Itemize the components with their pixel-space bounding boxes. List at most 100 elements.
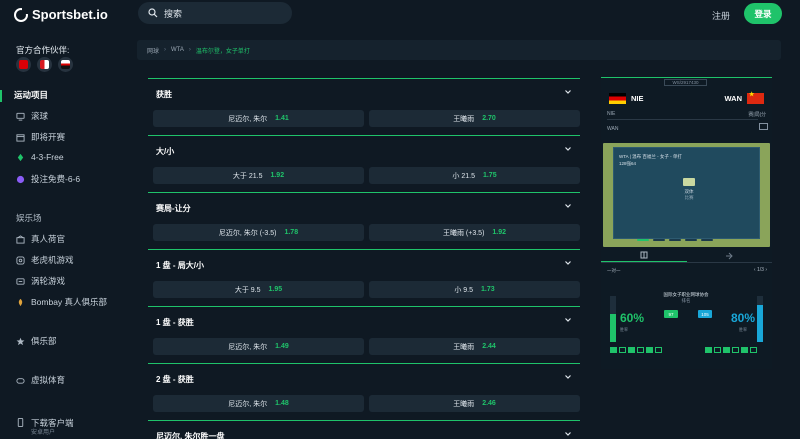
odds-price: 1.73 (481, 286, 495, 293)
sao-paulo-badge-icon[interactable] (58, 57, 73, 72)
stats-icon (640, 251, 648, 259)
tab-stats[interactable] (601, 249, 687, 262)
court-page-dot[interactable] (669, 239, 681, 241)
login-button[interactable]: 登录 (744, 3, 782, 24)
chevron-down-icon[interactable] (564, 202, 572, 210)
star-icon (16, 337, 25, 345)
odds-label: 大于 21.5 (232, 172, 263, 180)
sidebar-item-upcoming[interactable]: 即将开赛 (16, 131, 65, 143)
sidebar-item-live[interactable]: 滚球 (16, 110, 48, 122)
odds-button[interactable]: 小 9.5 1.73 (369, 281, 580, 298)
turbo-icon (16, 277, 25, 285)
tab-timeline[interactable] (687, 249, 773, 262)
breadcrumb-item[interactable]: 网球 (147, 46, 159, 55)
odds-button[interactable]: 尼迈尔, 朱尔 (-3.5) 1.78 (153, 224, 364, 241)
chevron-down-icon[interactable] (564, 259, 572, 267)
odds-button[interactable]: 大于 21.5 1.92 (153, 167, 364, 184)
sidebar-item-club[interactable]: 俱乐部 (16, 335, 57, 347)
sidebar-item-promo-2[interactable]: 投注免费-6-6 (16, 173, 80, 185)
stats-page-indicator[interactable]: ‹ 1/3 › (754, 267, 767, 273)
monitor-icon (16, 112, 25, 121)
market-title[interactable]: 2 盘 - 获胜 (156, 374, 194, 385)
top-bar: Sportsbet.io 搜索 注册 登录 (0, 0, 800, 30)
odds-button[interactable]: 王曦雨 2.70 (369, 110, 580, 127)
sidebar-item-bombay[interactable]: Bombay 真人俱乐部 (16, 296, 107, 308)
court-page-dot[interactable] (637, 239, 649, 241)
chevron-down-icon[interactable] (564, 145, 572, 153)
court-page-dot[interactable] (701, 239, 713, 241)
partners-title: 官方合作伙伴: (16, 45, 70, 55)
sidebar-sports-title[interactable]: 运动项目 (14, 89, 48, 101)
brand-logo[interactable]: Sportsbet.io (14, 7, 108, 22)
court-pagination[interactable] (637, 239, 713, 241)
match-id-tag: WS/2917430 (664, 79, 707, 86)
odds-button[interactable]: 大于 9.5 1.95 (153, 281, 364, 298)
serve-indicator-icon (759, 123, 768, 130)
odds-button[interactable]: 王曦雨 2.44 (369, 338, 580, 355)
brand-name: Sportsbet.io (32, 7, 108, 22)
market-set2-winner: 2 盘 - 获胜 尼迈尔, 朱尔 1.48 王曦雨 2.46 (148, 363, 580, 420)
sidebar-item-virtual[interactable]: 虚拟体育 (16, 374, 65, 386)
search-input[interactable]: 搜索 (138, 2, 292, 24)
sidebar-item-label: 即将开赛 (31, 132, 66, 142)
breadcrumb-separator-icon: › (188, 47, 191, 53)
market-title[interactable]: 1 盘 - 获胜 (156, 317, 194, 328)
match-tracker-widget: WS/2917430 NIE WAN NIE 赛|局|分 WAN WTA | 温… (601, 77, 772, 369)
sidebar-item-label: 投注免费-6-6 (31, 174, 81, 184)
market-title[interactable]: 赛局-让分 (156, 203, 191, 214)
chevron-down-icon[interactable] (564, 316, 572, 324)
breadcrumb-separator-icon: › (164, 47, 167, 53)
sidebar-item-label: Bombay 真人俱乐部 (31, 297, 108, 307)
breadcrumb-item[interactable]: WTA (171, 47, 184, 53)
calendar-icon (16, 133, 25, 142)
arsenal-badge-icon[interactable] (16, 57, 31, 72)
partner-badges (16, 57, 73, 72)
market-set1-winner: 1 盘 - 获胜 尼迈尔, 朱尔 1.49 王曦雨 2.44 (148, 306, 580, 363)
market-match-winner: 获胜 尼迈尔, 朱尔 1.41 王曦雨 2.70 (148, 78, 580, 135)
odds-button[interactable]: 尼迈尔, 朱尔 1.41 (153, 110, 364, 127)
court-event-icon (683, 178, 695, 186)
sidebar-item-slots[interactable]: 老虎机游戏 (16, 254, 74, 266)
breadcrumb: 网球 › WTA › 温布尔登，女子单打 (137, 40, 781, 60)
court-page-dot[interactable] (653, 239, 665, 241)
download-label: 下载客户端 (31, 418, 74, 428)
sidebar-download[interactable]: 下载客户端 安卓用户 (16, 418, 74, 438)
sidebar-item-live-dealer[interactable]: 真人荷官 (16, 233, 65, 245)
odds-button[interactable]: 王曦雨 (+3.5) 1.92 (369, 224, 580, 241)
active-indicator (0, 90, 2, 102)
sidebar-item-turbo[interactable]: 涡轮游戏 (16, 275, 65, 287)
odds-button[interactable]: 尼迈尔, 朱尔 1.49 (153, 338, 364, 355)
market-title[interactable]: 获胜 (156, 89, 172, 100)
court-substatus: 比赛 (684, 195, 694, 200)
market-title[interactable]: 大/小 (156, 146, 174, 157)
germany-flag-icon (609, 92, 626, 104)
sidebar-item-label: 运动项目 (14, 90, 49, 100)
home-stat-fill (610, 314, 616, 342)
odds-price: 2.46 (482, 400, 496, 407)
home-win-pct: 60% (620, 311, 645, 325)
widget-tabs (601, 249, 772, 263)
market-handicap: 赛局-让分 尼迈尔, 朱尔 (-3.5) 1.78 王曦雨 (+3.5) 1.92 (148, 192, 580, 249)
odds-price: 2.70 (482, 115, 496, 122)
stats-pager: 一对一 ‹ 1/3 › (607, 267, 767, 277)
market-title[interactable]: 1 盘 - 局大/小 (156, 260, 204, 271)
sidebar-item-label: 老虎机游戏 (31, 255, 74, 265)
sidebar-item-promo-1[interactable]: 4-3-Free (16, 152, 64, 162)
register-link[interactable]: 注册 (712, 9, 730, 22)
chevron-down-icon[interactable] (564, 88, 572, 96)
search-icon (148, 8, 158, 18)
odds-button[interactable]: 尼迈尔, 朱尔 1.48 (153, 395, 364, 412)
southampton-badge-icon[interactable] (37, 57, 52, 72)
odds-price: 2.44 (482, 343, 496, 350)
gamepad-icon (16, 377, 25, 384)
odds-button[interactable]: 王曦雨 2.46 (369, 395, 580, 412)
chevron-down-icon[interactable] (564, 373, 572, 381)
odds-price: 1.75 (482, 172, 497, 179)
away-win-pct: 80% (731, 311, 756, 325)
court-page-dot[interactable] (685, 239, 697, 241)
coin-icon (16, 175, 25, 183)
slots-icon (16, 255, 25, 265)
market-title[interactable]: 尼迈尔, 朱尔胜一盘 (156, 431, 224, 439)
chevron-down-icon[interactable] (564, 430, 572, 438)
odds-button[interactable]: 小 21.5 1.75 (369, 167, 580, 184)
